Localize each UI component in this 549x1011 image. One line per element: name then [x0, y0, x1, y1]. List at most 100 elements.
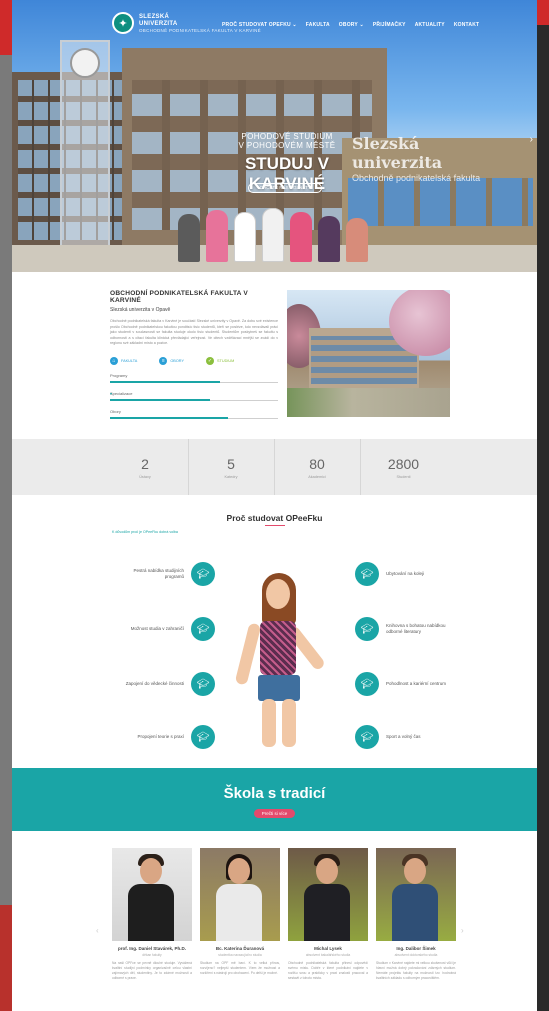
why-item-label: Knihovna s bohatou nabídkou odborné lite… — [386, 623, 446, 634]
programs-select[interactable]: Programy — [110, 371, 278, 383]
stat-item: 2800 Studenti — [361, 439, 447, 495]
person-name: prof. Ing. Daniel Stavárek, Ph.D. — [117, 946, 187, 951]
students-group-photo — [172, 200, 382, 262]
graduation-cap-icon: 🎓︎ — [355, 672, 379, 696]
hero-tagline-line1: POHODOVÉ STUDIUM — [241, 132, 333, 141]
menu-item-news[interactable]: AKTUALITY — [415, 22, 445, 28]
why-item-left[interactable]: Možnost studia v zahraničí 🎓︎ — [122, 617, 215, 641]
menu-item-programs[interactable]: OBORY ⌄ — [339, 22, 364, 28]
why-item-left[interactable]: Pestrá nabídka studijních programů 🎓︎ — [122, 562, 215, 586]
left-window-strip — [0, 0, 12, 1011]
fields-select[interactable]: Obory — [110, 407, 278, 419]
why-intro: K důvodům proč je OPeeFku dobrá volba — [112, 530, 178, 534]
right-strip-red-top — [537, 0, 549, 25]
read-more-button[interactable]: Prečti si více — [253, 809, 296, 818]
person-role: absolvent bakalářského studia — [305, 953, 351, 957]
glass-clock-tower — [60, 40, 110, 268]
why-item-right[interactable]: 🎓︎ Ubytování na koleji — [355, 562, 450, 586]
building-icon: ⌂ — [110, 356, 118, 365]
person-quote: Obchodně podnikatelská fakulta přinesl o… — [288, 961, 368, 980]
stat-item: 5 Katedry — [189, 439, 275, 495]
stat-value: 80 — [309, 456, 325, 472]
person-portrait — [112, 848, 192, 941]
person-name: Bc. Katerina Ďuranová — [215, 946, 265, 951]
carousel-next-arrow-icon[interactable]: › — [461, 926, 464, 935]
programs-select-label: Programy — [110, 372, 128, 378]
programs-link[interactable]: ≡ OBORY — [159, 356, 184, 365]
menu-item-why-study[interactable]: PROČ STUDOVAT OPEFKU ⌄ — [222, 22, 297, 28]
carousel-prev-arrow-icon[interactable]: ‹ — [96, 926, 99, 935]
menu-item-faculty[interactable]: FAKULTA — [306, 22, 330, 28]
why-item-label: Propojení teorie s praxí — [137, 734, 184, 739]
stat-value: 2800 — [387, 456, 420, 472]
graduation-cap-icon: 🎓︎ — [191, 672, 215, 696]
why-item-label: Možnost studia v zahraničí — [130, 626, 184, 631]
person-portrait — [288, 848, 368, 941]
why-title: Proč studovat OPeeFku — [226, 513, 323, 523]
person-role: děkan fakulty — [142, 953, 162, 957]
faculty-links: ⌂ FAKULTA ≡ OBORY ✓ STUDIUM — [110, 356, 278, 365]
faculty-title: OBCHODNÍ PODNIKATELSKÁ FAKULTA V KARVINÉ — [110, 290, 249, 304]
testimonials-section: ‹ › prof. Ing. Daniel Stavárek, Ph.D. dě… — [12, 831, 537, 1011]
testimonial-card[interactable]: Bc. Katerina Ďuranová studentka navazují… — [200, 848, 280, 986]
building-banner: Slezská univerzita Obchodně podnikatelsk… — [352, 134, 492, 183]
logo-line1: SLEZSKÁ — [139, 13, 170, 20]
why-item-left[interactable]: Propojení teorie s praxí 🎓︎ — [122, 725, 215, 749]
study-link[interactable]: ✓ STUDIUM — [205, 356, 235, 365]
menu-item-admissions[interactable]: PŘIJÍMAČKY — [373, 22, 406, 28]
testimonial-card[interactable]: Ing. Dalibor Šimek absolvent doktorského… — [376, 848, 456, 986]
right-window-strip — [537, 0, 549, 1011]
slider-next-arrow-icon[interactable]: › — [530, 134, 533, 145]
why-item-right[interactable]: 🎓︎ Pohodlnost a kariérní centrum — [355, 672, 450, 696]
person-quote: Studium na OPF mě baví. K to velká příno… — [200, 961, 280, 975]
university-emblem-icon: ✦ — [112, 12, 134, 34]
graduation-cap-icon: ✓ — [205, 356, 214, 365]
graduation-cap-icon: 🎓︎ — [191, 725, 215, 749]
building-banner-line1: Slezská univerzita — [352, 134, 443, 172]
why-item-left[interactable]: Zapojení do vědecké činnosti 🎓︎ — [122, 672, 215, 696]
why-item-label: Pohodlnost a kariérní centrum — [386, 681, 447, 686]
faculty-building-photo — [287, 290, 450, 417]
graduation-cap-icon: 🎓︎ — [355, 725, 379, 749]
stat-label: Akademici — [308, 475, 326, 479]
stat-item: 2 Ústavy — [103, 439, 189, 495]
graduation-cap-icon: 🎓︎ — [355, 562, 379, 586]
hero-tagline-line2: V POHODOVÉM MĚSTĚ — [238, 141, 336, 150]
person-name: Ing. Dalibor Šimek — [396, 946, 436, 951]
person-name: Michal Lysek — [314, 946, 342, 951]
stats-bar: 2 Ústavy 5 Katedry 80 Akademici 2800 Stu… — [12, 439, 537, 495]
main-menu: PROČ STUDOVAT OPEFKU ⌄ FAKULTA OBORY ⌄ P… — [222, 22, 479, 28]
why-item-label: Zapojení do vědecké činnosti — [125, 681, 184, 686]
stat-item: 80 Akademici — [275, 439, 361, 495]
faculty-link[interactable]: ⌂ FAKULTA — [110, 356, 138, 365]
building-banner-line2: Obchodně podnikatelská fakulta — [352, 173, 481, 183]
chevron-down-icon: ▾ — [110, 390, 113, 396]
fields-select-label: Obory — [110, 408, 121, 414]
logo-subtitle: OBCHODNĚ PODNIKATELSKÁ FAKULTA V KARVINÉ — [139, 27, 261, 33]
why-study-section: Proč studovat OPeeFku K důvodům proč je … — [12, 495, 537, 768]
why-item-label: Sport a volný čas — [386, 734, 421, 739]
why-item-right[interactable]: 🎓︎ Knihovna s bohatou nabídkou odborné l… — [355, 617, 450, 641]
why-item-right[interactable]: 🎓︎ Sport a volný čas — [355, 725, 450, 749]
hero-section: Slezská univerzita Obchodně podnikatelsk… — [12, 0, 537, 272]
tradition-title: Škola s tradicí — [223, 785, 326, 802]
left-strip-red-bottom — [0, 905, 12, 1011]
stat-label: Studenti — [396, 475, 411, 479]
stat-label: Ústavy — [139, 475, 151, 479]
hero-cta-button[interactable]: CHCETE NÁS POZNAT? — [248, 183, 322, 193]
study-link-label: STUDIUM — [216, 358, 235, 363]
title-divider — [265, 525, 285, 526]
testimonial-card[interactable]: Michal Lysek absolvent bakalářského stud… — [288, 848, 368, 986]
faculty-text: OBCHODNÍ PODNIKATELSKÁ FAKULTA V KARVINÉ… — [110, 290, 278, 419]
top-navigation: ✦ SLEZSKÁ UNIVERZITA OBCHODNĚ PODNIKATEL… — [12, 0, 537, 44]
menu-item-contact[interactable]: KONTAKT — [454, 22, 479, 28]
stat-value: 2 — [141, 456, 149, 472]
webpage: Slezská univerzita Obchodně podnikatelsk… — [12, 0, 537, 1011]
specialization-select[interactable]: Specializace ▾ — [110, 389, 278, 401]
faculty-link-label: FAKULTA — [121, 358, 138, 363]
graduation-cap-icon: 🎓︎ — [191, 562, 215, 586]
book-icon: ≡ — [159, 356, 168, 365]
person-quote: Studium v Karviné najdete mi velkou zkuš… — [376, 961, 456, 980]
stat-value: 5 — [227, 456, 235, 472]
testimonial-card[interactable]: prof. Ing. Daniel Stavárek, Ph.D. děkan … — [112, 848, 192, 986]
